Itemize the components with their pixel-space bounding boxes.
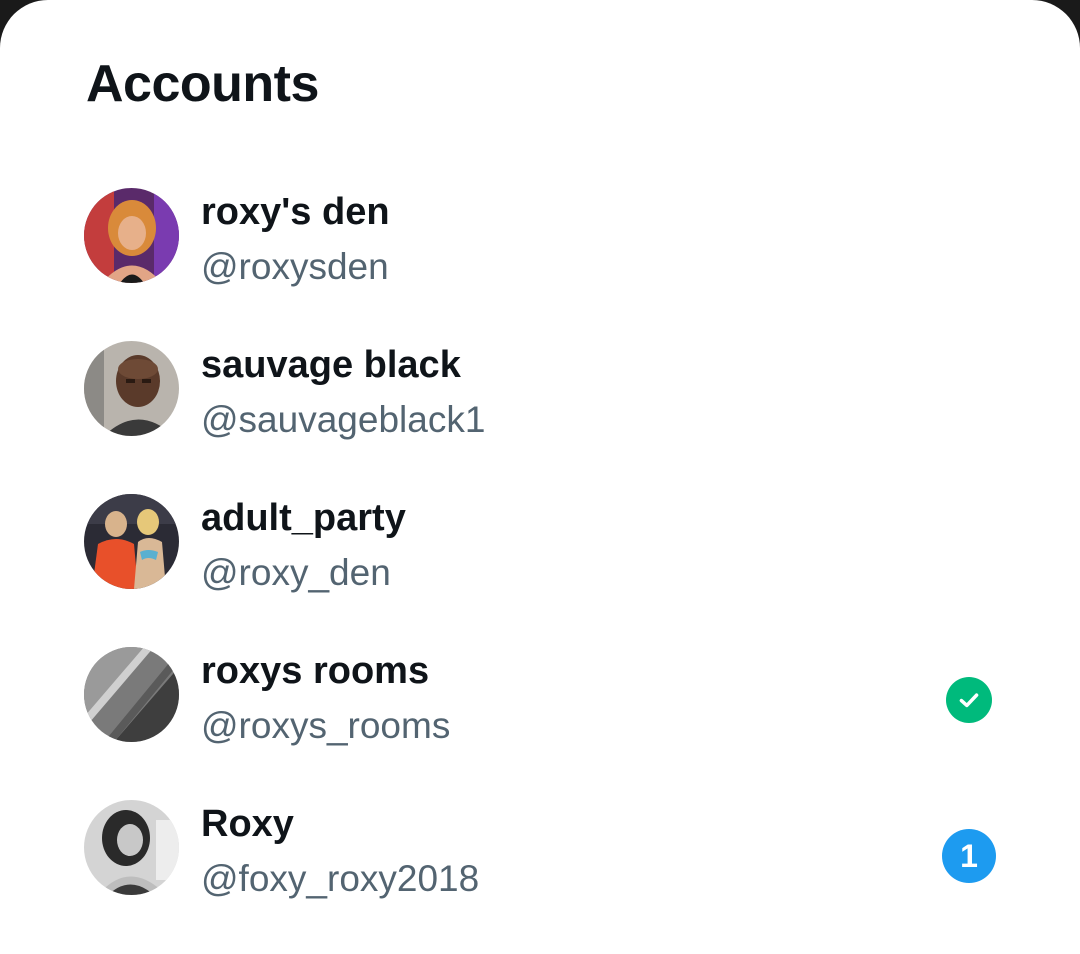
avatar [84,800,179,895]
account-handle: @roxys_rooms [201,705,451,746]
account-handle: @sauvageblack1 [201,399,486,440]
account-item-roxy-den[interactable]: adult_party @roxy_den [0,474,1080,627]
account-name: adult_party [201,497,406,539]
account-list: roxy's den @roxysden sauvage black @sauv… [0,168,1080,933]
notification-badge: 1 [942,829,996,883]
avatar [84,647,179,742]
account-item-roxysden[interactable]: roxy's den @roxysden [0,168,1080,321]
account-name: sauvage black [201,344,461,386]
account-handle: @roxysden [201,246,389,287]
account-name: Roxy [201,803,294,845]
account-handle: @roxy_den [201,552,391,593]
avatar [84,188,179,283]
account-name: roxy's den [201,191,390,233]
account-item-roxys-rooms[interactable]: roxys rooms @roxys_rooms [0,627,1080,780]
account-item-sauvageblack1[interactable]: sauvage black @sauvageblack1 [0,321,1080,474]
account-item-foxy-roxy2018[interactable]: Roxy @foxy_roxy2018 1 [0,780,1080,933]
check-circle-icon [946,677,992,723]
page-title: Accounts [86,55,319,113]
avatar [84,494,179,589]
avatar [84,341,179,436]
accounts-sheet: Accounts roxy's den @roxysden sauvage bl… [0,0,1080,954]
account-handle: @foxy_roxy2018 [201,858,480,899]
account-name: roxys rooms [201,650,430,692]
